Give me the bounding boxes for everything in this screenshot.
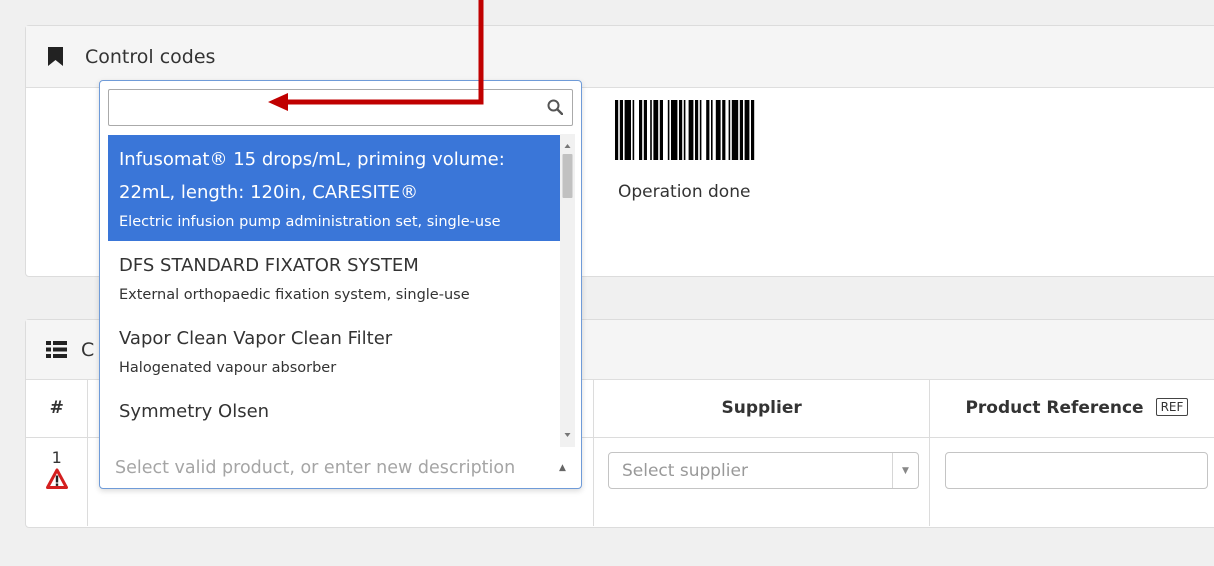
option-title: Infusomat® 15 drops/mL, priming volume: … <box>119 149 505 203</box>
row-num-cell: 1 <box>26 437 89 526</box>
search-icon <box>547 99 563 115</box>
list-icon <box>46 341 67 358</box>
row-number: 1 <box>51 447 62 467</box>
ref-badge: REF <box>1155 398 1189 417</box>
option-title: Symmetry Olsen <box>119 401 270 422</box>
dropdown-option[interactable]: Symmetry Olsen <box>108 387 568 434</box>
option-subtitle: Electric infusion pump administration se… <box>119 214 501 230</box>
bookmark-icon <box>48 47 63 66</box>
supplier-placeholder: Select supplier <box>622 460 748 481</box>
dropdown-option[interactable]: Vapor Clean Vapor Clean Filter Halogenat… <box>108 314 568 387</box>
reference-header-label: Product Reference <box>965 398 1144 419</box>
chevron-up-icon[interactable]: ▲ <box>559 463 566 473</box>
option-title: Vapor Clean Vapor Clean Filter <box>119 328 393 349</box>
product-reference-input[interactable] <box>945 452 1208 489</box>
column-header-reference: Product Reference REF <box>929 380 1214 438</box>
column-header-supplier: Supplier <box>593 380 930 438</box>
barcode-image <box>615 100 755 160</box>
dropdown-option[interactable]: DFS STANDARD FIXATOR SYSTEM External ort… <box>108 241 568 314</box>
option-title: DFS STANDARD FIXATOR SYSTEM <box>119 255 419 276</box>
product-dropdown: Infusomat® 15 drops/mL, priming volume: … <box>99 80 582 489</box>
red-arrow-annotation <box>268 0 484 111</box>
chevron-down-icon[interactable]: ▼ <box>892 453 918 488</box>
barcode-caption: Operation done <box>618 182 751 202</box>
supplier-select[interactable]: Select supplier ▼ <box>608 452 919 489</box>
product-select-trigger[interactable]: Select valid product, or enter new descr… <box>100 448 581 488</box>
option-subtitle: Halogenated vapour absorber <box>119 360 337 376</box>
product-select-placeholder: Select valid product, or enter new descr… <box>115 458 516 478</box>
warning-icon[interactable] <box>45 468 68 490</box>
option-subtitle: External orthopaedic fixation system, si… <box>119 287 470 303</box>
control-codes-title: Control codes <box>85 45 216 68</box>
control-codes-header: Control codes <box>26 26 1214 88</box>
dropdown-options-list: Infusomat® 15 drops/mL, priming volume: … <box>108 135 568 448</box>
column-header-num: # <box>26 380 89 438</box>
dropdown-scrollbar[interactable] <box>560 134 575 447</box>
products-panel-title: C <box>81 338 95 361</box>
dropdown-option[interactable]: Infusomat® 15 drops/mL, priming volume: … <box>108 135 568 241</box>
